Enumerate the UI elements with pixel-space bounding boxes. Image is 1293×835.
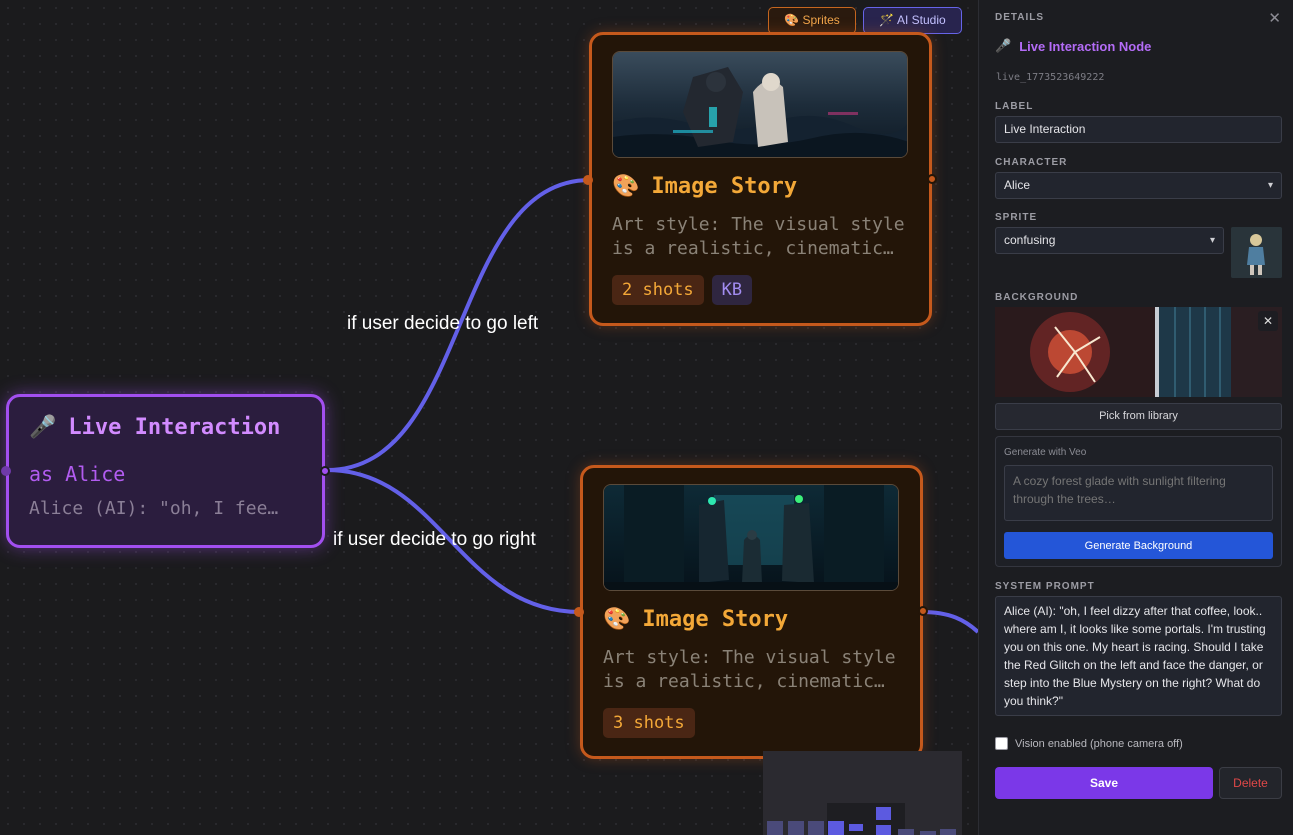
details-heading: DETAILS: [995, 12, 1045, 23]
minimap[interactable]: [763, 751, 962, 835]
story1-output-handle[interactable]: [927, 174, 937, 184]
label-heading: LABEL: [995, 101, 1034, 112]
node-prompt-preview: Alice (AI): "oh, I fee…: [29, 498, 279, 519]
node-id: live_1773523649222: [996, 72, 1105, 83]
kb-badge: KB: [711, 275, 753, 305]
vision-checkbox[interactable]: [995, 737, 1008, 750]
live-interaction-node[interactable]: 🎤 Live Interaction as Alice Alice (AI): …: [6, 394, 325, 548]
save-button[interactable]: Save: [995, 767, 1213, 799]
node-character: as Alice: [29, 462, 126, 486]
image-story-node[interactable]: 🎨 Image Story Art style: The visual styl…: [589, 32, 932, 326]
chevron-down-icon: ▾: [1267, 180, 1273, 191]
flow-canvas[interactable]: 🎨 Sprites 🪄 AI Studio if user decide to …: [0, 0, 978, 835]
sprite-heading: SPRITE: [995, 212, 1038, 223]
remove-background-icon[interactable]: ✕: [1258, 311, 1278, 331]
background-image: ✕: [995, 307, 1282, 397]
delete-button[interactable]: Delete: [1219, 767, 1282, 799]
story2-input-handle[interactable]: [574, 607, 584, 617]
node-tags: 3 shots: [603, 708, 900, 738]
live-node-input-handle[interactable]: [1, 466, 11, 476]
generate-background-button[interactable]: Generate Background: [1004, 532, 1273, 559]
pick-from-library-button[interactable]: Pick from library: [995, 403, 1282, 430]
close-icon[interactable]: ✕: [1268, 9, 1281, 27]
ai-studio-button[interactable]: 🪄 AI Studio: [863, 7, 962, 34]
description-line: is a realistic, cinematic…: [612, 238, 894, 259]
node-type-label: Live Interaction Node: [1019, 38, 1152, 54]
description-line: is a realistic, cinematic…: [603, 671, 885, 692]
chevron-down-icon: ▾: [1209, 235, 1215, 246]
sprite-preview: [1231, 227, 1282, 278]
node-title-text: Live Interaction: [68, 415, 281, 440]
vision-toggle-row[interactable]: Vision enabled (phone camera off): [995, 737, 1183, 750]
description-line: Art style: The visual style: [603, 647, 896, 668]
details-panel: DETAILS ✕ 🎤 Live Interaction Node live_1…: [978, 0, 1293, 835]
node-title-text: Image Story: [651, 174, 798, 199]
node-title: 🎨 Image Story: [603, 607, 900, 632]
edge-out[interactable]: [921, 610, 978, 634]
background-heading: BACKGROUND: [995, 292, 1079, 303]
node-tags: 2 shots KB: [612, 275, 909, 305]
node-type-title: 🎤 Live Interaction Node: [995, 38, 1151, 54]
node-description: Art style: The visual style is a realist…: [612, 213, 912, 261]
shots-badge: 3 shots: [603, 708, 695, 738]
system-prompt-heading: SYSTEM PROMPT: [995, 581, 1095, 592]
character-heading: CHARACTER: [995, 157, 1068, 168]
sprite-value: confusing: [1004, 233, 1056, 247]
live-node-output-handle[interactable]: [320, 466, 330, 476]
character-value: Alice: [1004, 178, 1031, 192]
microphone-icon: 🎤: [29, 415, 57, 440]
image-story-node[interactable]: 🎨 Image Story Art style: The visual styl…: [580, 465, 923, 759]
story-thumbnail: [603, 484, 899, 591]
label-input[interactable]: Live Interaction: [995, 116, 1282, 143]
palette-icon: 🎨: [612, 174, 640, 199]
veo-generator: Generate with Veo Generate Background: [995, 436, 1282, 567]
sprites-button[interactable]: 🎨 Sprites: [768, 7, 856, 34]
node-title: 🎨 Image Story: [612, 174, 909, 199]
story2-output-handle[interactable]: [918, 606, 928, 616]
veo-label: Generate with Veo: [1004, 447, 1087, 458]
shots-badge: 2 shots: [612, 275, 704, 305]
node-description: Art style: The visual style is a realist…: [603, 646, 903, 694]
sprite-select[interactable]: confusing ▾: [995, 227, 1224, 254]
story-thumbnail: [612, 51, 908, 158]
veo-prompt-input[interactable]: [1004, 465, 1273, 521]
system-prompt-input[interactable]: Alice (AI): "oh, I feel dizzy after that…: [995, 596, 1282, 716]
node-title-text: Image Story: [642, 607, 789, 632]
character-select[interactable]: Alice ▾: [995, 172, 1282, 199]
microphone-icon: 🎤: [995, 38, 1012, 53]
description-line: Art style: The visual style: [612, 214, 905, 235]
node-title: 🎤 Live Interaction: [29, 415, 302, 440]
edge-label-left[interactable]: if user decide to go left: [347, 313, 538, 335]
vision-label: Vision enabled (phone camera off): [1015, 737, 1183, 750]
story1-input-handle[interactable]: [583, 175, 593, 185]
palette-icon: 🎨: [603, 607, 631, 632]
edge-label-right[interactable]: if user decide to go right: [333, 529, 536, 551]
